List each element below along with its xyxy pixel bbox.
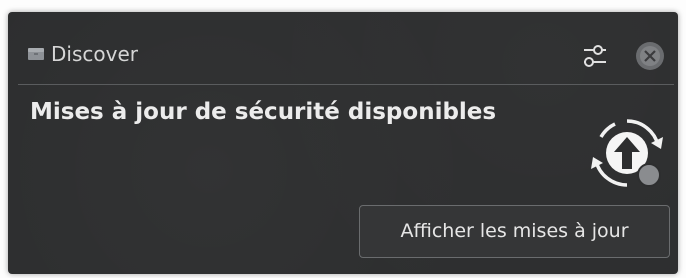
configure-icon[interactable] [578,38,612,72]
show-updates-button[interactable]: Afficher les mises à jour [359,205,670,258]
notification-popup: Discover Mises à jour de sécurité dispon… [8,12,678,274]
discover-bag-icon [28,48,44,60]
notification-summary: Mises à jour de sécurité disponibles [30,99,497,125]
system-update-icon [591,119,663,187]
app-name: Discover [51,42,138,66]
close-icon[interactable] [634,40,666,72]
notification-header: Discover [8,12,678,84]
header-divider [18,84,674,85]
